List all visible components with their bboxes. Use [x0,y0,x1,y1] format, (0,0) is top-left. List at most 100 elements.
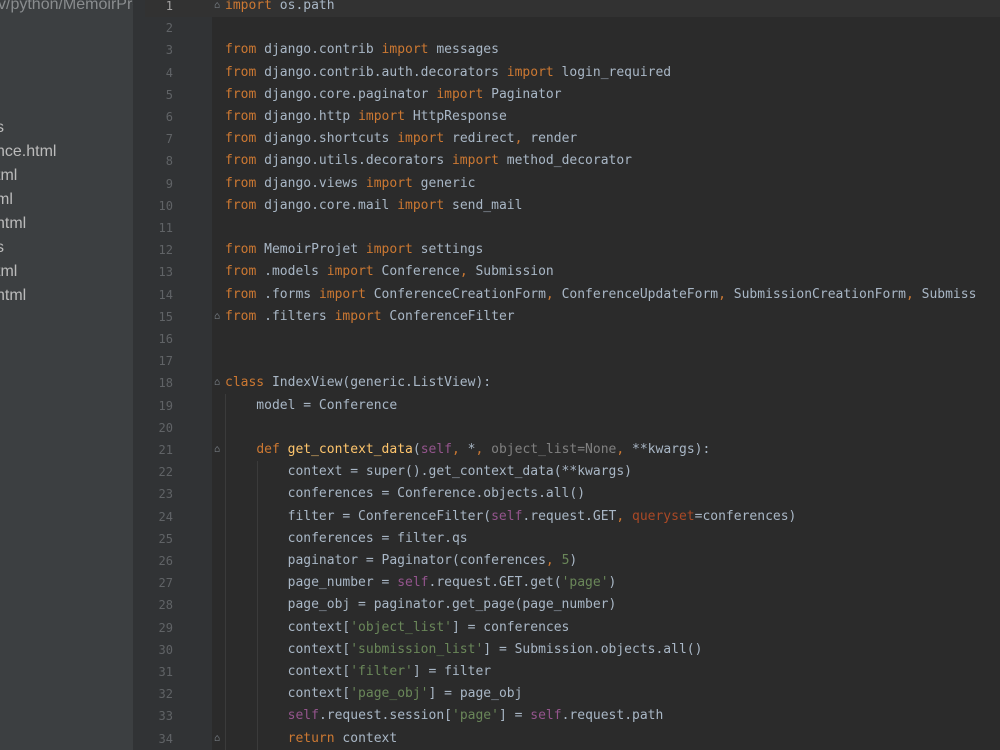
line-number[interactable]: 27 [145,572,173,594]
line-number[interactable]: 4 [145,62,173,84]
code-line[interactable]: context['submission_list'] = Submission.… [225,639,703,661]
code-token: import [334,308,382,324]
code-token: 'page' [561,575,609,591]
code-line[interactable]: class IndexView(generic.ListView): [225,372,491,394]
code-line[interactable]: import os.path [225,0,335,17]
line-number[interactable]: 23 [145,483,173,505]
code-line[interactable]: from django.core.paginator import Pagina… [225,84,562,106]
code-token: context[ [225,619,351,635]
fold-marker-icon[interactable]: ⌂ [212,378,222,388]
line-number[interactable]: 9 [145,173,173,195]
line-number[interactable]: 30 [145,639,173,661]
code-token: self [530,708,562,724]
project-tree-item[interactable]: ml [0,189,13,211]
code-token: context[ [225,686,351,702]
line-number[interactable]: 31 [145,661,173,683]
code-line[interactable]: model = Conference [225,395,397,417]
code-line[interactable]: page_number = self.request.GET.get('page… [225,572,617,594]
code-token: django.contrib.auth.decorators [256,64,507,80]
project-tree-item[interactable]: nce.html [0,141,56,163]
code-token: from [225,42,257,58]
fold-marker-icon[interactable]: ⌂ [212,445,222,455]
line-number[interactable]: 12 [145,239,173,261]
line-number[interactable]: 10 [145,195,173,217]
line-number[interactable]: 24 [145,506,173,528]
line-number[interactable]: 17 [145,350,173,372]
code-line[interactable]: context = super().get_context_data(**kwa… [225,461,632,483]
project-tree-item[interactable]: s [0,237,4,259]
line-number[interactable]: 6 [145,106,173,128]
panel-divider[interactable] [133,0,145,750]
code-line[interactable]: filter = ConferenceFilter(self.request.G… [225,506,797,528]
line-number[interactable]: 29 [145,617,173,639]
line-number[interactable]: 16 [145,328,173,350]
project-tree-item[interactable]: tml [0,261,17,283]
code-line[interactable]: context['object_list'] = conferences [225,617,570,639]
code-line[interactable]: from django.contrib.auth.decorators impo… [225,62,671,84]
code-line[interactable]: from .models import Conference, Submissi… [225,261,554,283]
line-number[interactable]: 7 [145,128,173,150]
line-number[interactable]: 28 [145,594,173,616]
code-token: 'page_obj' [350,686,429,702]
line-number[interactable]: 8 [145,150,173,172]
code-line[interactable]: from .forms import ConferenceCreationFor… [225,284,976,306]
project-tree-item[interactable]: tml [0,165,17,187]
code-token: , [718,286,726,302]
project-panel: v/python/MemoirPro s nce.html tml ml htm… [0,0,133,750]
code-line[interactable]: from django.shortcuts import redirect, r… [225,128,577,150]
code-line[interactable]: from MemoirProjet import settings [225,239,483,261]
project-path: v/python/MemoirPro [0,0,133,13]
line-number[interactable]: 32 [145,683,173,705]
line-number[interactable]: 22 [145,461,173,483]
code-token: def [256,442,280,457]
code-token: SubmissionCreationForm [725,286,906,302]
code-line[interactable]: from .filters import ConferenceFilter [225,306,515,328]
line-number[interactable]: 2 [145,17,173,39]
code-token: import [397,131,445,147]
code-line[interactable]: context['page_obj'] = page_obj [225,683,523,705]
line-number[interactable]: 11 [145,217,173,239]
line-number[interactable]: 3 [145,39,173,61]
code-token: from [225,308,257,324]
line-number[interactable]: 33 [145,705,173,727]
code-line[interactable]: conferences = Conference.objects.all() [225,483,585,505]
code-line[interactable]: from django.contrib import messages [225,39,499,61]
line-number[interactable]: 18 [145,372,173,394]
code-token: ConferenceFilter [381,308,515,324]
fold-marker-icon[interactable]: ⌂ [212,733,222,744]
line-number[interactable]: 5 [145,84,173,106]
code-line[interactable]: paginator = Paginator(conferences, 5) [225,550,578,572]
code-line[interactable]: return context [225,728,398,750]
code-token: IndexView(generic.ListView): [264,375,492,391]
line-number[interactable]: 14 [145,284,173,306]
code-token: ) [569,553,578,568]
line-number[interactable]: 20 [145,417,173,439]
line-number[interactable]: 26 [145,550,173,572]
line-number[interactable]: 21 [145,439,173,461]
fold-marker-icon[interactable]: ⌂ [212,311,222,322]
code-line[interactable]: conferences = filter.qs [225,528,468,550]
line-number[interactable]: 19 [145,395,173,417]
code-line[interactable]: from django.views import generic [225,173,475,195]
code-token: django.core.paginator [256,86,437,102]
project-tree-item[interactable]: s [0,117,4,139]
line-number[interactable]: 15 [145,306,173,328]
project-tree-item[interactable]: html [0,285,26,307]
code-token: ] = Submission.objects.all() [483,641,703,657]
code-line[interactable]: def get_context_data(self, *, object_lis… [225,439,710,461]
line-number[interactable]: 34 [145,728,173,750]
code-line[interactable]: from django.utils.decorators import meth… [225,150,632,172]
code-token: paginator = Paginator(conferences [225,553,546,568]
code-line[interactable]: page_obj = paginator.get_page(page_numbe… [225,594,617,616]
code-line[interactable]: context['filter'] = filter [225,661,492,683]
project-tree-item[interactable]: html [0,213,26,235]
fold-marker-icon[interactable]: ⌂ [212,1,222,11]
line-number[interactable]: 1 [145,0,173,17]
code-token: .request.GET [522,508,617,524]
line-number[interactable]: 13 [145,261,173,283]
code-line[interactable]: self.request.session['page'] = self.requ… [225,705,664,727]
code-line[interactable]: from django.http import HttpResponse [225,106,507,128]
line-number[interactable]: 25 [145,528,173,550]
code-line[interactable]: from django.core.mail import send_mail [225,195,522,217]
